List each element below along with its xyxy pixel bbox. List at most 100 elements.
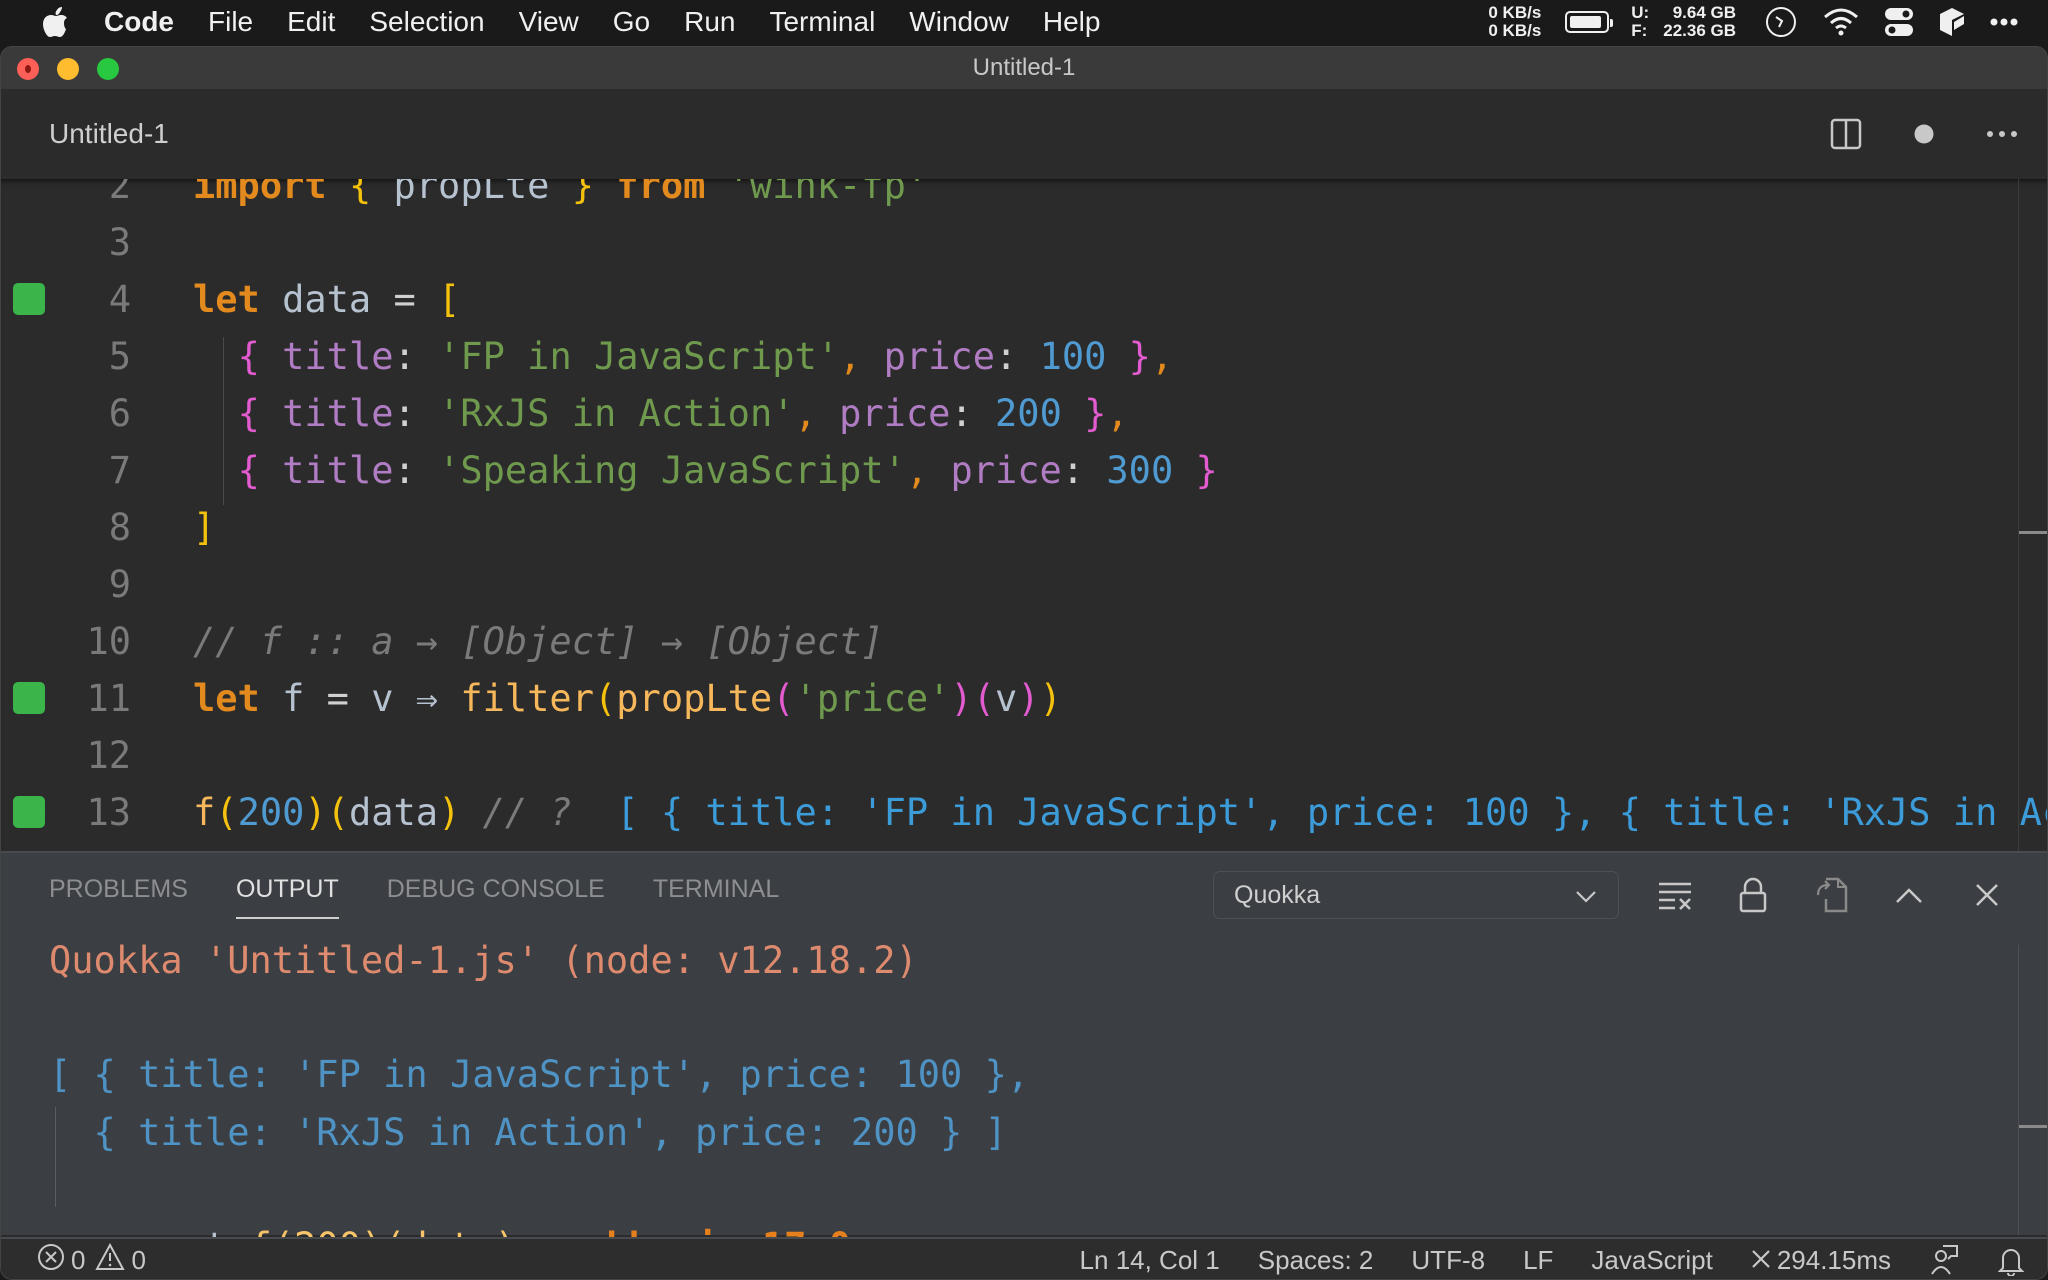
menu-file[interactable]: File: [208, 0, 253, 44]
code-token: 200: [237, 790, 305, 834]
code-line[interactable]: 6 { title: 'RxJS in Action', price: 200 …: [1, 385, 2001, 441]
menu-selection[interactable]: Selection: [369, 0, 484, 44]
code-token: =: [393, 277, 416, 321]
clock-icon[interactable]: [1764, 5, 1798, 39]
code-token: :: [995, 334, 1040, 378]
line-number: 11: [86, 676, 131, 720]
minimize-window-button[interactable]: [57, 58, 79, 80]
unsaved-dot-icon[interactable]: [1907, 117, 1941, 151]
line-source: import { propLte } from 'wink-fp': [193, 179, 928, 207]
menu-window[interactable]: Window: [909, 0, 1009, 44]
code-line[interactable]: 7 { title: 'Speaking JavaScript', price:…: [1, 442, 2001, 498]
menu-app-code[interactable]: Code: [104, 0, 174, 44]
maximize-panel-icon[interactable]: [1889, 875, 1929, 915]
code-editor[interactable]: 2 import { propLte } from 'wink-fp' 3 4 let …: [1, 179, 2047, 851]
battery-icon[interactable]: [1565, 11, 1614, 33]
output-location-line: at f(200)(data) quokka.js:17:0: [49, 1163, 851, 1268]
code-line[interactable]: 9: [1, 556, 2001, 612]
menu-run[interactable]: Run: [684, 0, 735, 44]
code-line[interactable]: 10 // f :: a → [Object] → [Object]: [1, 613, 2001, 669]
panel-scrollbar[interactable]: [2018, 945, 2019, 1235]
menu-edit[interactable]: Edit: [287, 0, 335, 44]
code-line[interactable]: 13 f(200)(data) // ? [ { title: 'FP in Ja…: [1, 784, 2047, 840]
more-actions-icon[interactable]: [1985, 117, 2019, 151]
code-token: propLte: [371, 179, 572, 207]
notifications-bell-icon[interactable]: [1997, 1244, 2025, 1276]
problems-summary[interactable]: 0 0: [37, 1238, 146, 1279]
indentation[interactable]: Spaces: 2: [1258, 1245, 1374, 1276]
editor-scrollbar[interactable]: [2018, 179, 2019, 851]
code-line[interactable]: 5 { title: 'FP in JavaScript', price: 10…: [1, 328, 2001, 384]
code-token: =: [326, 676, 349, 720]
code-token: ]: [193, 505, 216, 549]
close-panel-icon[interactable]: [1967, 875, 2007, 915]
code-line[interactable]: 2 import { propLte } from 'wink-fp': [1, 179, 2001, 213]
line-source: { title: 'Speaking JavaScript', price: 3…: [193, 449, 1218, 492]
quokka-timing[interactable]: 294.15ms: [1751, 1245, 1891, 1276]
code-token: ): [950, 676, 973, 720]
memory-stats[interactable]: U: 9.64 GB F: 22.36 GB: [1631, 4, 1736, 40]
error-icon: [37, 1243, 65, 1278]
apple-icon[interactable]: [40, 5, 70, 39]
open-log-file-icon[interactable]: [1811, 875, 1851, 915]
clear-output-icon[interactable]: [1655, 875, 1695, 915]
warning-icon: [95, 1242, 126, 1278]
quokka-coverage-marker: [13, 283, 45, 315]
code-token: 'Speaking JavaScript': [438, 448, 906, 492]
end-of-line[interactable]: LF: [1523, 1245, 1553, 1276]
menu-help[interactable]: Help: [1043, 0, 1101, 44]
tab-debug-console[interactable]: DEBUG CONSOLE: [387, 853, 605, 925]
code-token: [: [438, 277, 461, 321]
code-line[interactable]: 4 let data = [: [1, 271, 2001, 327]
cursor-position[interactable]: Ln 14, Col 1: [1080, 1245, 1220, 1276]
menu-go[interactable]: Go: [613, 0, 650, 44]
feedback-icon[interactable]: [1929, 1244, 1959, 1276]
close-window-button[interactable]: [17, 58, 39, 80]
tab-problems[interactable]: PROBLEMS: [49, 853, 188, 925]
menu-terminal[interactable]: Terminal: [769, 0, 875, 44]
code-token: price: [883, 334, 995, 378]
maximize-window-button[interactable]: [97, 58, 119, 80]
app-tray-icon[interactable]: [1938, 6, 1966, 38]
split-editor-icon[interactable]: [1829, 117, 1863, 151]
inline-result: [ { title: 'FP in JavaScript', price: 10…: [616, 790, 2047, 834]
code-line[interactable]: 11 let f = v ⇒ filter(propLte('price')(v)…: [1, 670, 2001, 726]
code-token: data: [348, 790, 439, 834]
output-channel-select[interactable]: Quokka: [1213, 871, 1619, 919]
code-token: ,: [839, 334, 862, 378]
line-number: 3: [108, 220, 131, 264]
line-source: let data = [: [193, 278, 460, 321]
code-line[interactable]: 8]: [1, 499, 2001, 555]
line-number: 9: [108, 562, 131, 606]
code-token: import: [193, 179, 327, 207]
lock-scroll-icon[interactable]: [1733, 875, 1773, 915]
output-header: Quokka 'Untitled-1.js' (node: v12.18.2): [49, 939, 918, 982]
code-token: {: [237, 391, 260, 435]
tab-terminal[interactable]: TERMINAL: [653, 853, 779, 925]
panel-tabs: PROBLEMS OUTPUT DEBUG CONSOLE TERMINAL: [49, 853, 779, 925]
code-line[interactable]: 12: [1, 727, 2001, 783]
quokka-stop-icon: [1751, 1245, 1771, 1276]
control-center-icon[interactable]: [1884, 6, 1914, 38]
encoding[interactable]: UTF-8: [1411, 1245, 1485, 1276]
code-token: {: [348, 179, 372, 207]
wifi-icon[interactable]: [1822, 7, 1860, 37]
editor-tab-untitled[interactable]: Untitled-1: [49, 118, 169, 150]
menu-view[interactable]: View: [519, 0, 579, 44]
language-mode[interactable]: JavaScript: [1591, 1245, 1712, 1276]
editor-tabbar: Untitled-1: [1, 89, 2047, 179]
quokka-coverage-marker: [13, 796, 45, 828]
network-speed[interactable]: 0 KB/s 0 KB/s: [1488, 4, 1541, 40]
code-line[interactable]: 3: [1, 214, 2001, 270]
code-token: {: [237, 334, 260, 378]
code-token: :: [950, 391, 996, 435]
more-icon[interactable]: [1990, 17, 2018, 27]
tab-output[interactable]: OUTPUT: [235, 853, 339, 925]
